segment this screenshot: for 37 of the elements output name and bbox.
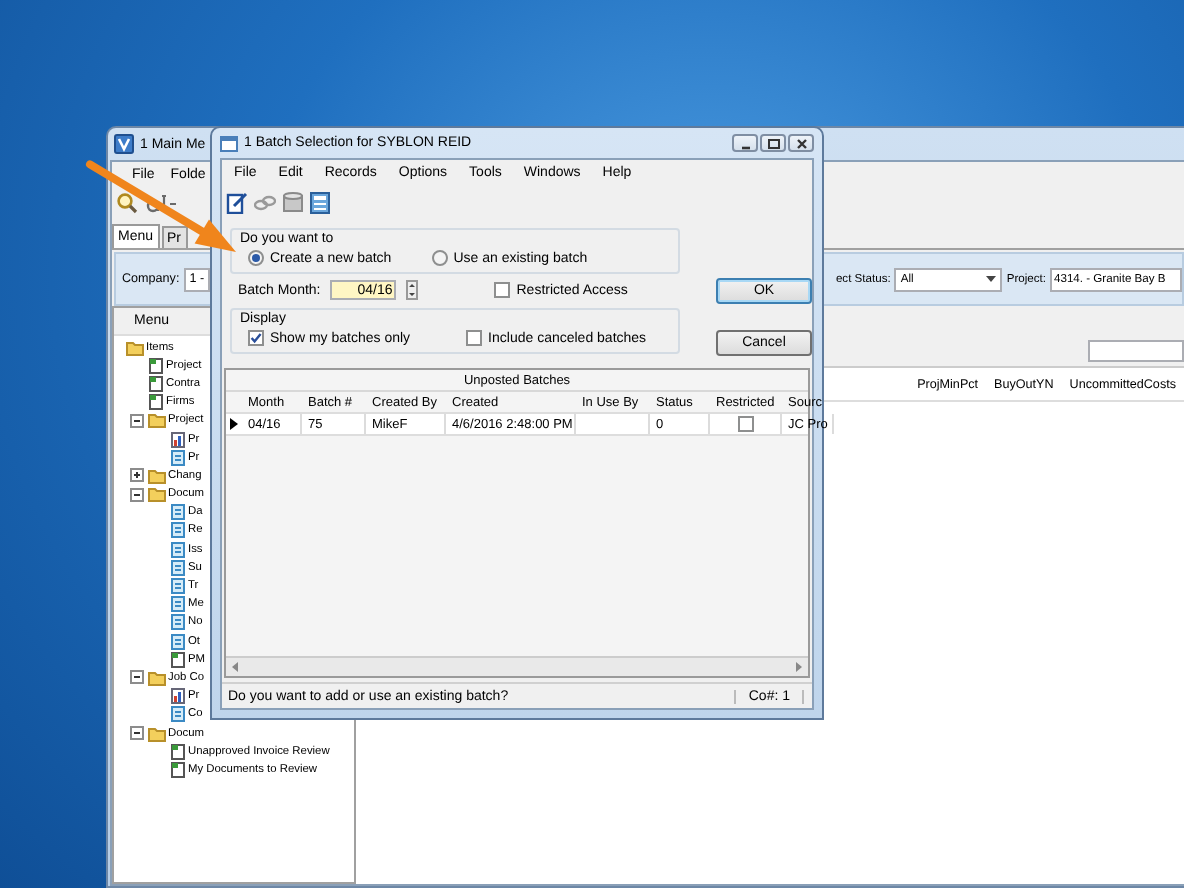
search-field[interactable] (1088, 340, 1184, 362)
horizontal-scrollbar[interactable] (226, 656, 808, 676)
notepad-icon[interactable] (226, 191, 248, 213)
minimize-button[interactable] (732, 134, 758, 152)
chart-icon (170, 431, 186, 448)
collapse-icon[interactable] (129, 413, 143, 428)
chart-icon (170, 688, 186, 705)
collapse-icon[interactable] (129, 726, 143, 741)
folder-icon (148, 669, 166, 686)
database-icon[interactable] (282, 191, 304, 213)
radio-button[interactable] (431, 250, 448, 266)
calculator-icon[interactable] (310, 191, 330, 213)
spinner-icon[interactable] (406, 280, 419, 300)
window-icon (220, 135, 238, 151)
checkbox[interactable] (248, 330, 264, 346)
form-icon (170, 449, 186, 466)
collapse-icon[interactable] (129, 670, 143, 685)
folder-icon (148, 412, 166, 429)
close-button[interactable] (788, 134, 814, 152)
font-icon[interactable] (146, 191, 178, 213)
scroll-right-icon[interactable] (796, 662, 802, 672)
radio-button[interactable] (248, 250, 264, 266)
form-icon (170, 706, 186, 723)
close-icon (793, 137, 809, 149)
scroll-left-icon[interactable] (232, 662, 238, 672)
maximize-icon (765, 137, 781, 149)
search-icon[interactable] (116, 191, 138, 213)
app-icon (114, 134, 134, 154)
dropdown-arrow-icon (986, 276, 997, 282)
checkbox[interactable] (466, 330, 483, 346)
maximize-button[interactable] (760, 134, 786, 152)
collapse-icon[interactable] (129, 487, 143, 502)
checkbox[interactable] (494, 282, 511, 298)
checkbox[interactable] (737, 416, 753, 432)
document-icon (170, 651, 186, 668)
expand-icon[interactable] (129, 468, 143, 483)
folder-icon (148, 725, 166, 742)
